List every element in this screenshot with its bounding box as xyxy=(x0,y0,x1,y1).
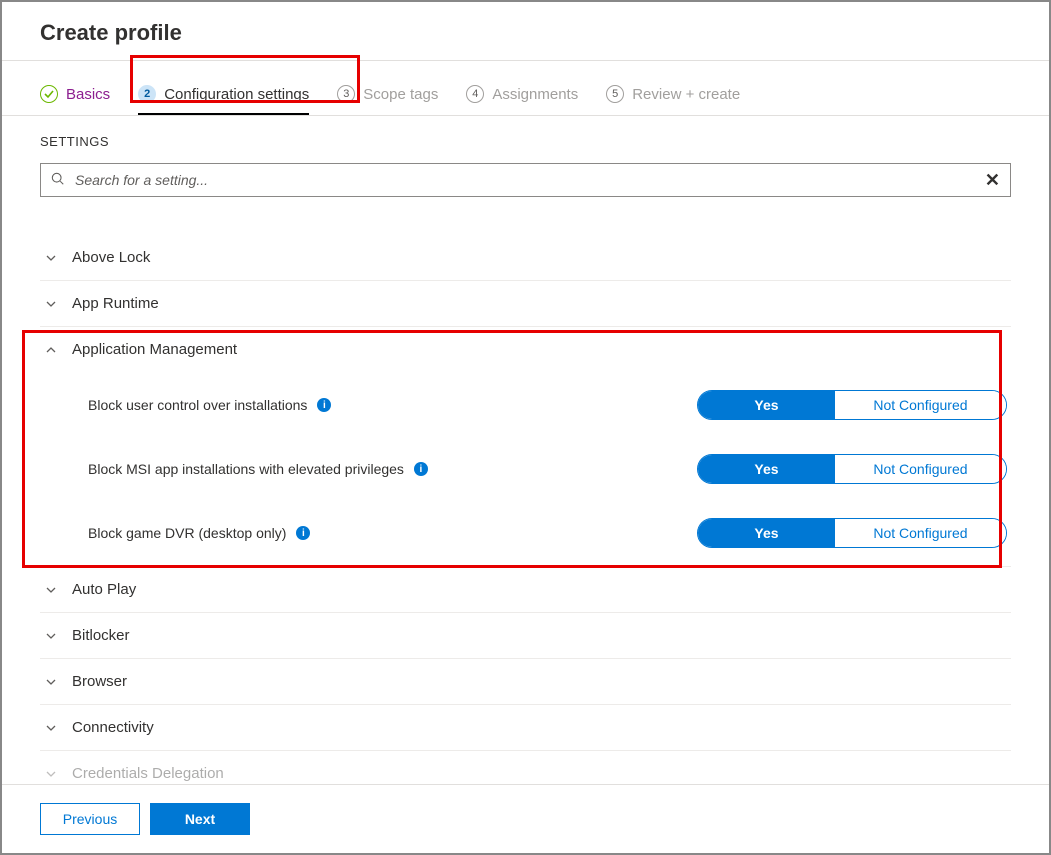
search-icon xyxy=(51,172,65,189)
category-label: Bitlocker xyxy=(72,627,130,644)
check-icon xyxy=(40,85,58,103)
settings-group: Block user control over installations i … xyxy=(40,372,1011,567)
category-label: Auto Play xyxy=(72,581,136,598)
category-row[interactable]: Browser xyxy=(40,659,1011,705)
step-number-icon: 4 xyxy=(466,85,484,103)
categories-list: Above Lock App Runtime Application Manag… xyxy=(40,235,1011,782)
toggle-group: Yes Not Configured xyxy=(697,518,1007,548)
setting-row: Block user control over installations i … xyxy=(88,390,1007,420)
category-row[interactable]: Auto Play xyxy=(40,567,1011,613)
chevron-up-icon xyxy=(44,344,58,356)
category-row[interactable]: Bitlocker xyxy=(40,613,1011,659)
tab-label: Basics xyxy=(66,86,110,103)
step-number-icon: 5 xyxy=(606,85,624,103)
chevron-down-icon xyxy=(44,768,58,780)
toggle-option-yes[interactable]: Yes xyxy=(698,455,835,483)
setting-row: Block game DVR (desktop only) i Yes Not … xyxy=(88,518,1007,548)
setting-label: Block game DVR (desktop only) xyxy=(88,525,286,541)
toggle-option-not-configured[interactable]: Not Configured xyxy=(835,519,1006,547)
info-icon[interactable]: i xyxy=(414,462,428,476)
section-label: SETTINGS xyxy=(40,134,1011,149)
category-label: Above Lock xyxy=(72,249,150,266)
tab-label: Review + create xyxy=(632,86,740,103)
category-label: Browser xyxy=(72,673,127,690)
toggle-option-not-configured[interactable]: Not Configured xyxy=(835,391,1006,419)
tabs-bar: Basics 2 Configuration settings 3 Scope … xyxy=(2,61,1049,116)
category-label: Application Management xyxy=(72,341,237,358)
category-row-expanded[interactable]: Application Management xyxy=(40,327,1011,372)
tab-review-create[interactable]: 5 Review + create xyxy=(606,85,740,115)
category-row[interactable]: Above Lock xyxy=(40,235,1011,281)
chevron-down-icon xyxy=(44,630,58,642)
category-row[interactable]: Connectivity xyxy=(40,705,1011,751)
page-title: Create profile xyxy=(2,2,1049,61)
search-input[interactable] xyxy=(75,172,975,188)
footer: Previous Next xyxy=(2,784,1049,853)
step-number-icon: 3 xyxy=(337,85,355,103)
chevron-down-icon xyxy=(44,252,58,264)
setting-label: Block MSI app installations with elevate… xyxy=(88,461,404,477)
tab-label: Assignments xyxy=(492,86,578,103)
tab-scope-tags[interactable]: 3 Scope tags xyxy=(337,85,438,115)
close-icon[interactable]: ✕ xyxy=(985,170,1000,191)
search-box[interactable]: ✕ xyxy=(40,163,1011,197)
chevron-down-icon xyxy=(44,722,58,734)
setting-row: Block MSI app installations with elevate… xyxy=(88,454,1007,484)
next-button[interactable]: Next xyxy=(150,803,250,835)
info-icon[interactable]: i xyxy=(296,526,310,540)
category-label: App Runtime xyxy=(72,295,159,312)
step-number-icon: 2 xyxy=(138,85,156,103)
info-icon[interactable]: i xyxy=(317,398,331,412)
tab-assignments[interactable]: 4 Assignments xyxy=(466,85,578,115)
toggle-option-yes[interactable]: Yes xyxy=(698,519,835,547)
category-label: Connectivity xyxy=(72,719,154,736)
toggle-group: Yes Not Configured xyxy=(697,390,1007,420)
category-row[interactable]: Credentials Delegation xyxy=(40,751,1011,782)
category-label: Credentials Delegation xyxy=(72,765,224,782)
setting-label: Block user control over installations xyxy=(88,397,307,413)
toggle-option-yes[interactable]: Yes xyxy=(698,391,835,419)
chevron-down-icon xyxy=(44,584,58,596)
tab-label: Scope tags xyxy=(363,86,438,103)
chevron-down-icon xyxy=(44,676,58,688)
tab-label: Configuration settings xyxy=(164,86,309,103)
tab-basics[interactable]: Basics xyxy=(40,85,110,115)
chevron-down-icon xyxy=(44,298,58,310)
category-row[interactable]: App Runtime xyxy=(40,281,1011,327)
toggle-option-not-configured[interactable]: Not Configured xyxy=(835,455,1006,483)
previous-button[interactable]: Previous xyxy=(40,803,140,835)
tab-configuration-settings[interactable]: 2 Configuration settings xyxy=(138,85,309,115)
toggle-group: Yes Not Configured xyxy=(697,454,1007,484)
